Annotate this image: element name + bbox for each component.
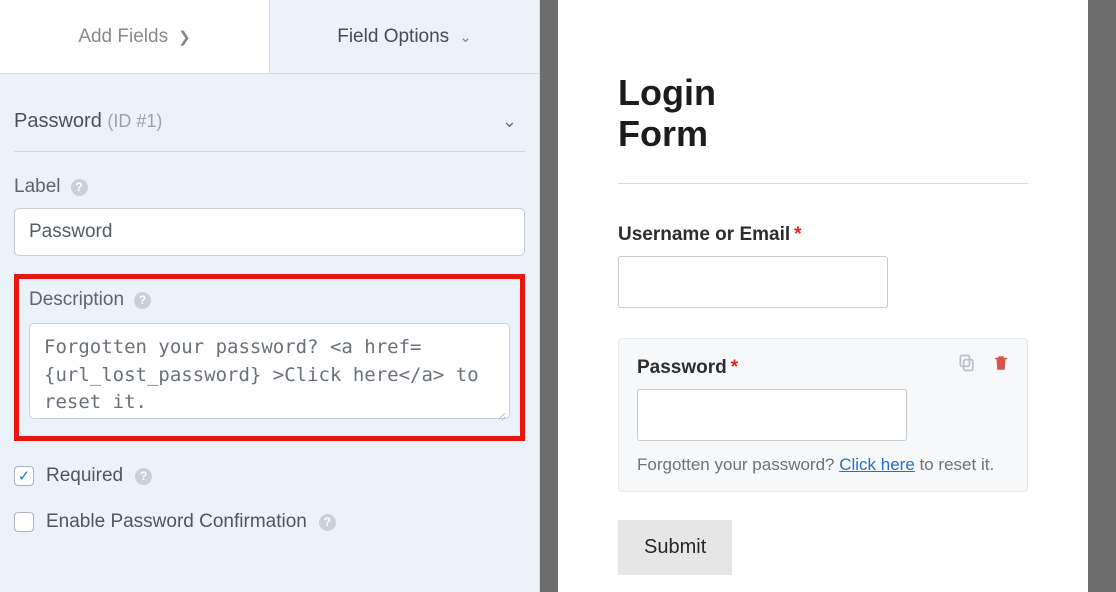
submit-button[interactable]: Submit (618, 520, 732, 575)
tab-field-options[interactable]: Field Options ⌄ (270, 0, 539, 73)
title-divider (618, 183, 1028, 184)
preview-backdrop: Login Form Username or Email * Password … (540, 0, 1116, 592)
label-input[interactable] (14, 208, 525, 256)
description-textarea[interactable] (29, 323, 510, 419)
form-title: Login Form (618, 72, 788, 155)
preview-password-field-selected[interactable]: Password * Forgotten your password? Clic… (618, 338, 1028, 492)
description-section-highlight: Description ? (14, 274, 525, 441)
field-options-panel: Add Fields ❯ Field Options ⌄ Password (I… (0, 0, 540, 592)
duplicate-icon[interactable] (957, 353, 977, 373)
tab-field-options-label: Field Options (337, 26, 449, 48)
chevron-right-icon: ❯ (178, 28, 191, 46)
form-preview: Login Form Username or Email * Password … (558, 0, 1088, 592)
trash-icon[interactable] (991, 353, 1011, 373)
panel-body: Password (ID #1) ⌄ Label ? Description ? (0, 74, 539, 533)
password-description: Forgotten your password? Click here to r… (637, 455, 1009, 475)
confirm-checkbox[interactable] (14, 512, 34, 532)
desc-suffix: to reset it. (915, 455, 994, 474)
required-star: * (731, 357, 738, 379)
password-label: Password (637, 357, 727, 379)
panel-tabs: Add Fields ❯ Field Options ⌄ (0, 0, 539, 74)
label-section: Label ? (14, 152, 525, 256)
required-row[interactable]: ✓ Required ? (14, 465, 525, 487)
confirm-row[interactable]: Enable Password Confirmation ? (14, 511, 525, 533)
help-icon[interactable]: ? (134, 292, 151, 309)
tab-add-fields-label: Add Fields (78, 26, 168, 48)
required-star: * (794, 224, 801, 246)
password-input[interactable] (637, 389, 907, 441)
help-icon[interactable]: ? (135, 468, 152, 485)
chevron-down-icon: ⌄ (502, 111, 523, 132)
desc-prefix: Forgotten your password? (637, 455, 839, 474)
chevron-down-icon: ⌄ (459, 28, 472, 46)
help-icon[interactable]: ? (71, 179, 88, 196)
field-name: Password (14, 110, 102, 132)
required-checkbox[interactable]: ✓ (14, 466, 34, 486)
tab-add-fields[interactable]: Add Fields ❯ (0, 0, 270, 73)
username-input[interactable] (618, 256, 888, 308)
field-id: (ID #1) (107, 111, 162, 131)
field-header[interactable]: Password (ID #1) ⌄ (14, 96, 525, 152)
field-header-title: Password (ID #1) (14, 110, 162, 133)
required-label: Required (46, 465, 123, 487)
confirm-label: Enable Password Confirmation (46, 511, 307, 533)
description-title: Description (29, 289, 124, 311)
help-icon[interactable]: ? (319, 514, 336, 531)
username-label: Username or Email (618, 224, 790, 246)
preview-username-field[interactable]: Username or Email * (618, 224, 1028, 308)
label-title: Label (14, 176, 61, 198)
desc-link[interactable]: Click here (839, 455, 915, 474)
